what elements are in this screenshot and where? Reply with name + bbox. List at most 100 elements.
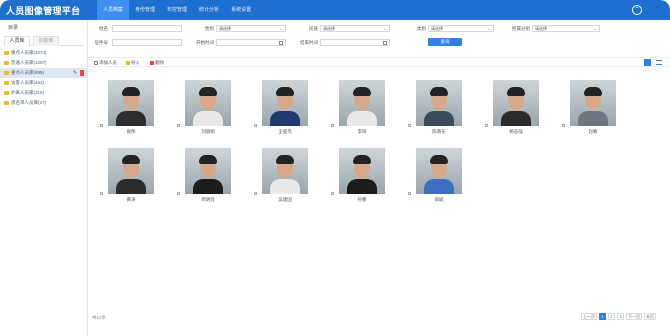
nav-tab-control[interactable]: 布控管理 (161, 0, 193, 20)
type-select[interactable]: 请选择 ⌄ (428, 25, 494, 32)
end-time-label: 结束时间 (300, 40, 318, 45)
calendar-icon (383, 41, 387, 45)
photo-body (270, 179, 300, 194)
select-checkbox[interactable] (100, 192, 103, 195)
query-button[interactable]: 查询 (428, 38, 462, 46)
person-card[interactable]: 黄涛 (100, 148, 160, 206)
nav-tab-identity[interactable]: 身份管理 (129, 0, 161, 20)
select-checkbox[interactable] (254, 192, 257, 195)
person-name: 孙鹏 (357, 197, 367, 202)
person-name: 郑斌 (434, 197, 444, 202)
select-checkbox[interactable] (562, 124, 565, 127)
select-checkbox[interactable] (331, 124, 334, 127)
person-photo[interactable] (339, 80, 385, 126)
name-input[interactable] (112, 25, 182, 32)
library-item[interactable]: 访客人员库(462) (0, 78, 88, 88)
page-button[interactable]: 2 (608, 313, 615, 320)
person-photo[interactable] (262, 80, 308, 126)
select-checkbox[interactable] (100, 124, 103, 127)
select-checkbox[interactable] (331, 192, 334, 195)
person-photo[interactable] (262, 148, 308, 194)
id-input[interactable] (112, 39, 182, 46)
library-item[interactable]: 外来人员库(318) (0, 88, 88, 98)
person-photo[interactable] (185, 148, 231, 194)
page-next-button[interactable]: 下一页 (626, 313, 642, 320)
person-card[interactable]: 孙鹏 (331, 148, 391, 206)
delete-label: 删除 (155, 60, 164, 65)
photo-hair (353, 155, 371, 164)
photo-body (501, 111, 531, 126)
person-photo[interactable] (416, 80, 462, 126)
add-person-button[interactable]: 添加人员 (94, 60, 117, 66)
person-photo[interactable] (570, 80, 616, 126)
person-photo[interactable] (108, 148, 154, 194)
group-select[interactable]: 请选择 ⌄ (532, 25, 600, 32)
nav-tab-archive[interactable]: 人员档案 (97, 0, 130, 20)
person-card[interactable]: 郑斌 (408, 148, 468, 206)
person-card[interactable]: 陈晓东 (408, 80, 468, 138)
folder-icon (4, 100, 9, 105)
nav-tab-stats[interactable]: 统计分析 (193, 0, 225, 20)
photo-body (116, 111, 146, 126)
photo-body (424, 111, 454, 126)
library-item[interactable]: 普通人员库(1207) (0, 58, 88, 68)
person-photo[interactable] (339, 148, 385, 194)
photo-hair (584, 87, 602, 96)
person-photo[interactable] (416, 148, 462, 194)
type-label: 类别 (417, 26, 426, 31)
person-card[interactable]: 李阳 (331, 80, 391, 138)
person-card[interactable]: 周明亮 (177, 148, 237, 206)
photo-hair (430, 87, 448, 96)
trash-icon[interactable] (80, 70, 84, 76)
list-view-icon[interactable] (656, 60, 662, 65)
page-button[interactable]: 3 (617, 313, 624, 320)
person-card[interactable]: 刘丽娟 (177, 80, 237, 138)
nav-tab-settings[interactable]: 系统设置 (225, 0, 257, 20)
select-checkbox[interactable] (408, 192, 411, 195)
select-checkbox[interactable] (408, 124, 411, 127)
page-prev-button[interactable]: 上一页 (581, 313, 597, 320)
select-checkbox[interactable] (254, 124, 257, 127)
person-card[interactable]: 杨志强 (485, 80, 545, 138)
chevron-down-icon: ⌄ (593, 26, 597, 31)
person-photo[interactable] (108, 80, 154, 126)
page-button-active[interactable]: 1 (599, 313, 606, 320)
folder-icon (4, 60, 9, 65)
select-checkbox[interactable] (485, 124, 488, 127)
photo-body (424, 179, 454, 194)
chevron-down-icon: ⌄ (383, 26, 387, 31)
person-card[interactable]: 张伟 (100, 80, 160, 138)
photo-hair (122, 155, 140, 164)
grid-view-icon[interactable] (644, 59, 651, 66)
library-item[interactable]: 黑名单人员库(27) (0, 98, 88, 108)
person-name: 杨志强 (509, 129, 523, 134)
nation-select[interactable]: 请选择 ⌄ (320, 25, 390, 32)
select-checkbox[interactable] (177, 192, 180, 195)
photo-hair (507, 87, 525, 96)
gender-select[interactable]: 请选择 ⌄ (216, 25, 286, 32)
person-name: 王俊杰 (278, 129, 292, 134)
folder-icon (4, 90, 9, 95)
import-button[interactable]: 导入 (126, 60, 140, 66)
photo-body (347, 179, 377, 194)
select-checkbox[interactable] (177, 124, 180, 127)
person-card[interactable]: 赵敏 (562, 80, 622, 138)
action-toolbar: 添加人员 导入 删除 (88, 57, 670, 67)
start-time-input[interactable] (216, 39, 286, 46)
library-item-label: 重点人员库(895) (11, 70, 45, 75)
tab-recognition-library[interactable]: 识别库 (33, 36, 59, 46)
library-item-selected[interactable]: 重点人员库(895) ✎ (0, 68, 88, 78)
pin-icon[interactable]: ✎ (73, 70, 78, 76)
gender-label: 性别 (205, 26, 214, 31)
person-card[interactable]: 王俊杰 (254, 80, 314, 138)
user-circle-icon[interactable]: ⌃ (632, 5, 642, 15)
page-last-button[interactable]: 末页 (644, 313, 656, 320)
person-card[interactable]: 吴建国 (254, 148, 314, 206)
tab-person-library[interactable]: 人员库 (4, 36, 30, 46)
library-item[interactable]: 重点人员库(3274) (0, 48, 88, 58)
delete-button[interactable]: 删除 (150, 60, 164, 66)
person-photo[interactable] (185, 80, 231, 126)
trash-icon (150, 60, 154, 65)
person-photo[interactable] (493, 80, 539, 126)
end-time-input[interactable] (320, 39, 390, 46)
